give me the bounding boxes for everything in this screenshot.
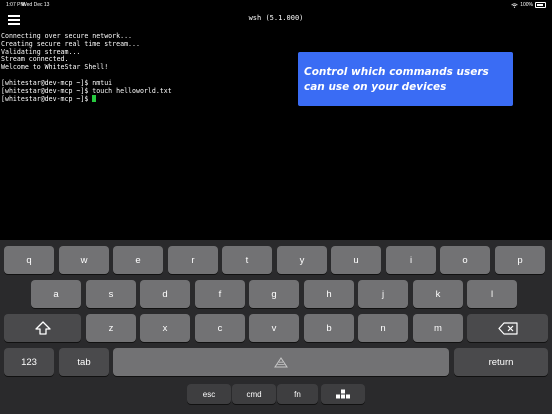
cmd-key[interactable]: cmd: [232, 384, 276, 404]
key-m[interactable]: m: [413, 314, 463, 342]
title-bar: wsh (5.1.000): [0, 10, 552, 28]
status-bar: 1:07 PM Wed Dec 13 100%: [0, 0, 552, 10]
battery-percent: 100%: [520, 2, 533, 8]
battery-icon: [535, 2, 546, 8]
status-right: 100%: [511, 2, 546, 8]
backspace-key[interactable]: [467, 314, 548, 342]
key-u[interactable]: u: [331, 246, 381, 274]
key-o[interactable]: o: [440, 246, 490, 274]
key-b[interactable]: b: [304, 314, 354, 342]
terminal-prompt: [whitestar@dev-mcp ~]$: [1, 95, 93, 104]
grid-icon: [335, 389, 351, 399]
key-i[interactable]: i: [386, 246, 436, 274]
key-h[interactable]: h: [304, 280, 354, 308]
wifi-icon: [511, 2, 518, 8]
key-a[interactable]: a: [31, 280, 81, 308]
key-y[interactable]: y: [277, 246, 327, 274]
key-p[interactable]: p: [495, 246, 545, 274]
keyboard-toggle-key[interactable]: [321, 384, 365, 404]
key-d[interactable]: d: [140, 280, 190, 308]
space-bar[interactable]: [113, 348, 449, 376]
key-v[interactable]: v: [249, 314, 299, 342]
key-e[interactable]: e: [113, 246, 163, 274]
key-n[interactable]: n: [358, 314, 408, 342]
key-w[interactable]: w: [59, 246, 109, 274]
shift-key[interactable]: [4, 314, 81, 342]
status-date: Wed Dec 13: [22, 2, 50, 8]
key-x[interactable]: x: [140, 314, 190, 342]
terminal-line: Creating secure real time stream...: [1, 39, 140, 48]
key-f[interactable]: f: [195, 280, 245, 308]
key-g[interactable]: g: [249, 280, 299, 308]
key-k[interactable]: k: [413, 280, 463, 308]
window-title: wsh (5.1.000): [248, 14, 304, 22]
key-q[interactable]: q: [4, 246, 54, 274]
esc-key[interactable]: esc: [187, 384, 231, 404]
key-j[interactable]: j: [358, 280, 408, 308]
key-z[interactable]: z: [86, 314, 136, 342]
key-c[interactable]: c: [195, 314, 245, 342]
key-l[interactable]: l: [467, 280, 517, 308]
promo-banner: Control which commands users can use on …: [298, 52, 513, 106]
key-r[interactable]: r: [168, 246, 218, 274]
shift-icon: [34, 321, 51, 335]
key-s[interactable]: s: [86, 280, 136, 308]
backspace-icon: [497, 321, 518, 335]
return-key[interactable]: return: [454, 348, 548, 376]
onscreen-keyboard: q w e r t y u i o p a s d f g h j k l z …: [0, 240, 552, 414]
triangle-logo-icon: [274, 356, 288, 368]
terminal-cursor: [92, 95, 97, 103]
key-t[interactable]: t: [222, 246, 272, 274]
numbers-key[interactable]: 123: [4, 348, 54, 376]
fn-key[interactable]: fn: [277, 384, 318, 404]
tab-key[interactable]: tab: [59, 348, 109, 376]
